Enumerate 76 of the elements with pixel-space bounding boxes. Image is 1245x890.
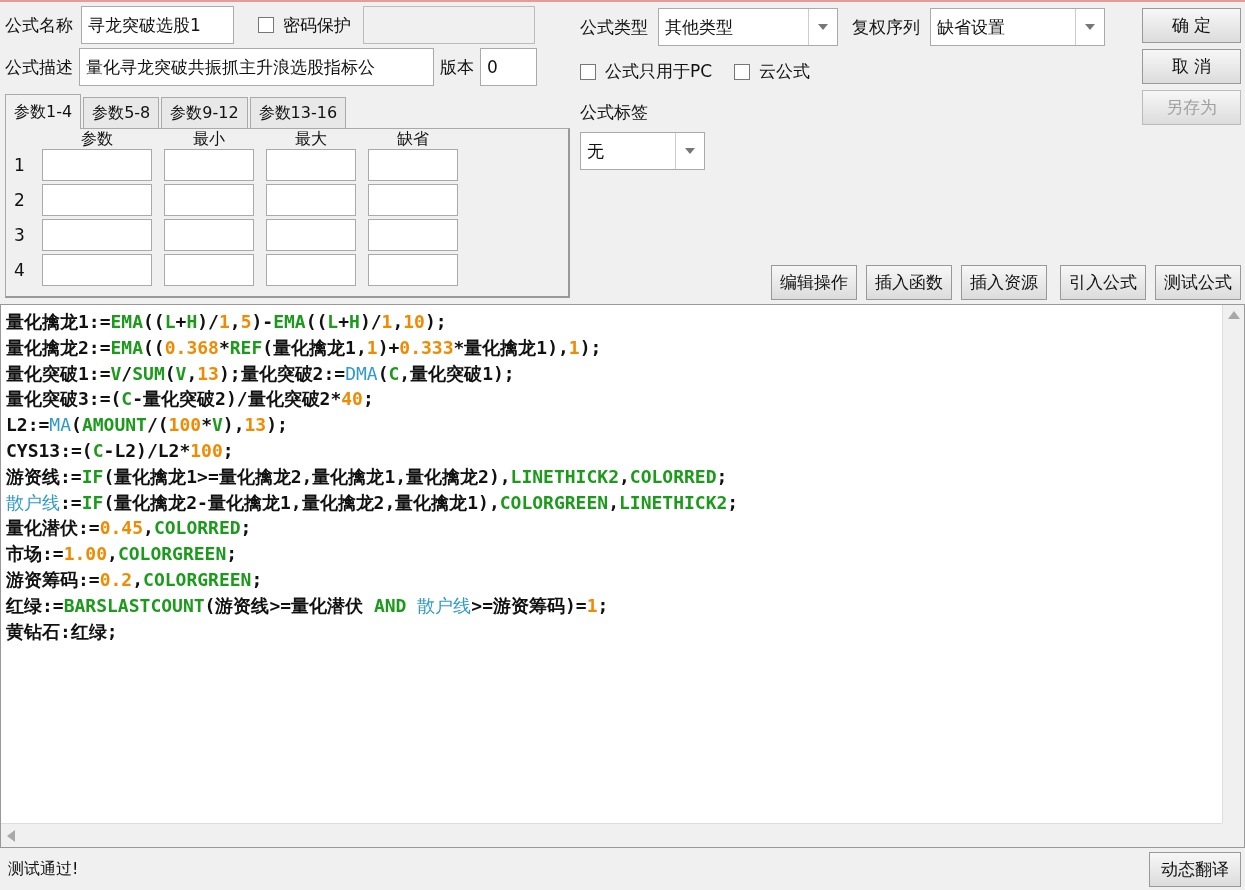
tab[interactable]: 参数9-12	[161, 97, 248, 128]
row-number: 3	[14, 225, 26, 245]
horizontal-scrollbar[interactable]	[1, 823, 1222, 847]
tab[interactable]: 参数13-16	[249, 97, 347, 128]
translate-button[interactable]: 动态翻译	[1149, 851, 1241, 887]
param-field[interactable]	[266, 219, 356, 251]
checkbox[interactable]	[258, 17, 274, 33]
tool-button[interactable]: 测试公式	[1155, 265, 1241, 300]
tag-select[interactable]: 无	[580, 132, 705, 170]
field-label: 版本	[440, 55, 474, 79]
param-field[interactable]	[266, 254, 356, 286]
checkbox-label: 云公式	[759, 60, 811, 83]
code-line: 量化擒龙1:=EMA((L+H)/1,5)-EMA((L+H)/1,10);	[6, 310, 447, 334]
tool-button[interactable]: 编辑操作	[771, 265, 857, 300]
field-label: 公式类型	[580, 15, 648, 39]
column-header: 参数	[81, 131, 113, 147]
adjust-select[interactable]: 缺省设置	[930, 8, 1105, 46]
param-field[interactable]	[368, 149, 458, 181]
column-header: 缺省	[397, 131, 429, 147]
param-field[interactable]	[368, 184, 458, 216]
param-field[interactable]	[266, 184, 356, 216]
code-line: 红绿:=BARSLASTCOUNT(游资线>=量化潜伏 AND 散户线>=游资筹码)=1;	[6, 593, 609, 618]
scroll-left-icon[interactable]	[7, 829, 15, 842]
tool-button[interactable]: 插入函数	[866, 265, 952, 300]
checkbox[interactable]	[580, 63, 596, 80]
param-field[interactable]	[164, 149, 254, 181]
code-line: 量化擒龙2:=EMA((0.368*REF(量化擒龙1,1)+0.333*量化擒龙1),1);	[6, 335, 602, 360]
param-field[interactable]	[42, 149, 152, 181]
dialog-button[interactable]: 取 消	[1142, 49, 1241, 84]
code-line: CYS13:=(C-L2)/L2*100;	[6, 439, 234, 463]
code-line: 量化突破3:=(C-量化突破2)/量化突破2*40;	[6, 387, 374, 412]
field-label: 公式描述	[5, 55, 73, 79]
input-field[interactable]: 寻龙突破选股1	[81, 6, 234, 44]
row-number: 4	[14, 260, 26, 280]
param-field[interactable]	[42, 219, 152, 251]
row-number: 2	[14, 190, 26, 210]
code-editor[interactable]	[0, 304, 1245, 848]
caret-icon	[685, 148, 695, 154]
checkbox[interactable]	[734, 63, 751, 80]
param-field[interactable]	[164, 184, 254, 216]
scroll-up-icon[interactable]	[1227, 311, 1240, 319]
code-line: L2:=MA(AMOUNT/(100*V),13);	[6, 413, 288, 438]
vertical-scrollbar[interactable]	[1222, 305, 1244, 823]
code-line: 游资筹码:=0.2,COLORGREEN;	[6, 567, 263, 592]
tab[interactable]: 参数1-4	[5, 94, 82, 129]
param-field[interactable]	[42, 254, 152, 286]
code-line: 散户线:=IF(量化擒龙2-量化擒龙1,量化擒龙2,量化擒龙1),COLORGREEN,LINETHICK2;	[6, 490, 739, 515]
dialog-button[interactable]: 确 定	[1142, 8, 1241, 43]
caret-icon	[1085, 24, 1095, 30]
code-line: 游资线:=IF(量化擒龙1>=量化擒龙2,量化擒龙1,量化擒龙2),LINETHICK2,COLORRED;	[6, 464, 728, 489]
code-line: 量化突破1:=V/SUM(V,13);量化突破2:=DMA(C,量化突破1);	[6, 361, 515, 386]
checkbox-label: 公式只用于PC	[605, 60, 713, 83]
field-label: 公式标签	[580, 101, 648, 124]
column-header: 最大	[295, 131, 327, 147]
field-label: 公式名称	[5, 13, 73, 37]
param-field[interactable]	[164, 219, 254, 251]
param-field[interactable]	[164, 254, 254, 286]
code-line: 市场:=1.00,COLORGREEN;	[6, 542, 238, 567]
tool-button[interactable]: 引入公式	[1060, 265, 1146, 300]
column-header: 最小	[193, 131, 225, 147]
tab[interactable]: 参数5-8	[83, 97, 160, 128]
param-field[interactable]	[368, 254, 458, 286]
type-select[interactable]: 其他类型	[658, 8, 838, 46]
code-line: 量化潜伏:=0.45,COLORRED;	[6, 516, 252, 541]
code-line: 黄钻石:红绿;	[6, 619, 118, 644]
param-field[interactable]	[368, 219, 458, 251]
param-field[interactable]	[266, 149, 356, 181]
row-number: 1	[14, 155, 26, 175]
tool-button[interactable]: 插入资源	[961, 265, 1047, 300]
field-label: 复权序列	[852, 15, 920, 39]
input-field[interactable]: 量化寻龙突破共振抓主升浪选股指标公	[79, 48, 434, 86]
caret-icon	[818, 24, 828, 30]
status-message: 测试通过!	[8, 858, 79, 880]
input-field[interactable]: 0	[480, 48, 537, 86]
param-field[interactable]	[42, 184, 152, 216]
checkbox-label: 密码保护	[283, 13, 351, 37]
